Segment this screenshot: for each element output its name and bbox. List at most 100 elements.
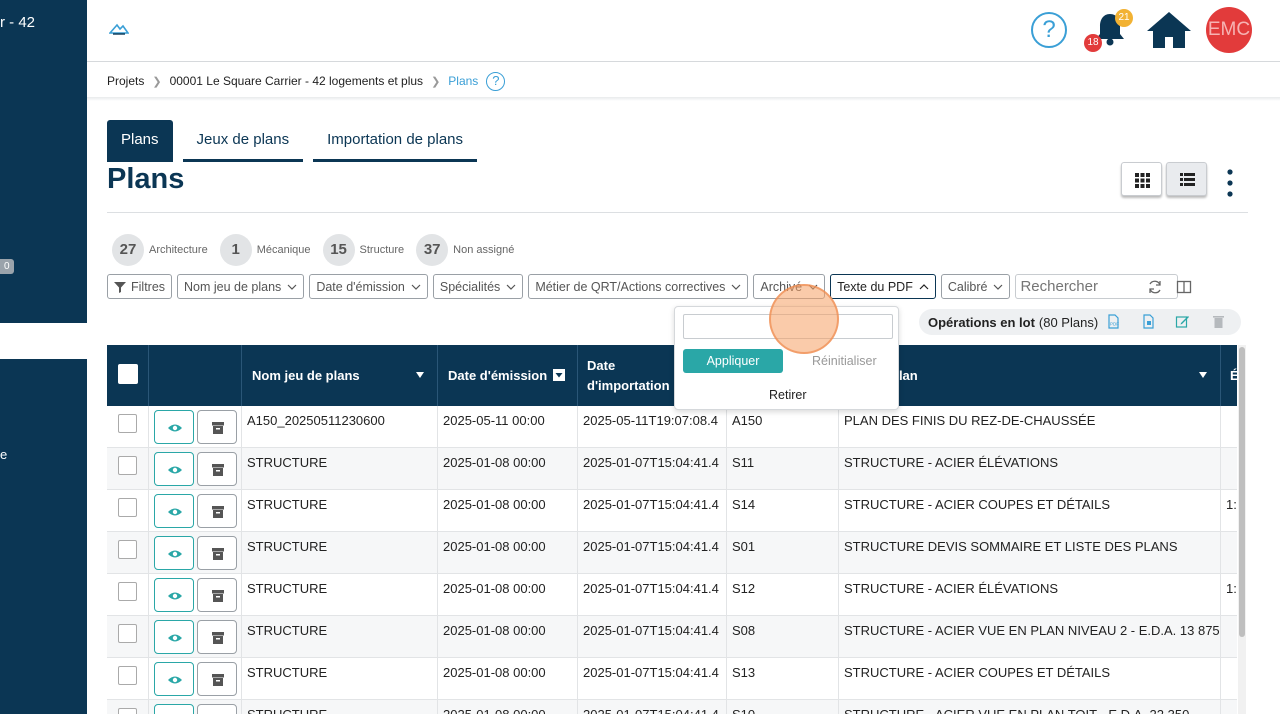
header-extra[interactable]: É (1221, 345, 1239, 406)
table-row[interactable]: STRUCTURE 2025-01-08 00:00 2025-01-07T15… (107, 658, 1237, 700)
reset-button[interactable]: Réinitialiser (812, 354, 877, 368)
select-cell (107, 616, 149, 658)
view-button[interactable] (154, 536, 194, 570)
table-scrollbar[interactable] (1238, 345, 1246, 714)
row-checkbox[interactable] (118, 540, 137, 559)
archive-button[interactable] (197, 620, 237, 654)
row-checkbox[interactable] (118, 456, 137, 475)
count-mecanique[interactable]: 1 Mécanique (219, 234, 311, 266)
archive-button[interactable] (197, 536, 237, 570)
logo-icon[interactable] (109, 22, 129, 36)
home-icon[interactable] (1145, 10, 1193, 50)
cell-nom: STRUCTURE (242, 700, 438, 714)
sidebar-project-title[interactable]: r - 42 (0, 14, 35, 31)
row-checkbox[interactable] (118, 582, 137, 601)
view-button[interactable] (154, 662, 194, 696)
archive-button[interactable] (197, 578, 237, 612)
remove-button[interactable]: Retirer (769, 388, 807, 402)
filter-specialites[interactable]: Spécialités (432, 274, 524, 299)
tab-importation[interactable]: Importation de plans (313, 120, 478, 162)
table-row[interactable]: STRUCTURE 2025-01-08 00:00 2025-01-07T15… (107, 532, 1237, 574)
table-row[interactable]: STRUCTURE 2025-01-08 00:00 2025-01-07T15… (107, 700, 1237, 714)
help-icon[interactable]: ? (486, 71, 506, 91)
more-vertical-icon[interactable] (1223, 168, 1237, 198)
chevron-down-icon (994, 284, 1003, 290)
count-architecture[interactable]: 27 Architecture (112, 234, 208, 266)
header-date-emission[interactable]: Date d'émission (438, 345, 578, 406)
help-icon[interactable]: ? (1031, 12, 1067, 48)
category-counts: 27 Architecture 1 Mécanique 15 Structure… (112, 234, 526, 266)
breadcrumb-projets[interactable]: Projets (107, 74, 144, 88)
tab-jeux-de-plans[interactable]: Jeux de plans (182, 120, 304, 162)
sort-down-icon[interactable] (1198, 371, 1208, 379)
cell-import: 2025-01-07T15:04:41.4 (578, 574, 727, 616)
table-row[interactable]: STRUCTURE 2025-01-08 00:00 2025-01-07T15… (107, 574, 1237, 616)
cell-import: 2025-05-11T19:07:08.4 (578, 406, 727, 448)
filters-label: Filtres (131, 279, 166, 294)
table-row[interactable]: STRUCTURE 2025-01-08 00:00 2025-01-07T15… (107, 448, 1237, 490)
archive-button[interactable] (197, 410, 237, 444)
row-checkbox[interactable] (118, 666, 137, 685)
batch-operations: Opérations en lot (80 Plans) PDF (919, 309, 1241, 335)
select-all-checkbox[interactable] (118, 364, 138, 384)
cell-extra (1221, 658, 1237, 700)
cell-nom: STRUCTURE (242, 532, 438, 574)
refresh-icon[interactable] (1147, 279, 1163, 295)
trash-icon[interactable] (1211, 314, 1226, 329)
count-structure[interactable]: 15 Structure (322, 234, 404, 266)
cell-titre: STRUCTURE - ACIER COUPES ET DÉTAILS (839, 490, 1221, 532)
apply-button[interactable]: Appliquer (683, 349, 783, 373)
app-root: r - 42 0 e ? 21 18 EMC Projets ❯ 00001 L… (0, 0, 1280, 714)
table-row[interactable]: STRUCTURE 2025-01-08 00:00 2025-01-07T15… (107, 616, 1237, 658)
table-row[interactable]: STRUCTURE 2025-01-08 00:00 2025-01-07T15… (107, 490, 1237, 532)
header-nom-jeu[interactable]: Nom jeu de plans (242, 345, 438, 406)
download-file-icon[interactable] (1141, 314, 1156, 329)
svg-text:PDF: PDF (1110, 322, 1119, 327)
archive-button[interactable] (197, 452, 237, 486)
archive-button[interactable] (197, 704, 237, 714)
breadcrumb-project[interactable]: 00001 Le Square Carrier - 42 logements e… (170, 74, 423, 88)
cell-titre: PLAN DES FINIS DU REZ-DE-CHAUSSÉE (839, 406, 1221, 448)
cell-titre: STRUCTURE DEVIS SOMMAIRE ET LISTE DES PL… (839, 532, 1221, 574)
scrollbar-thumb[interactable] (1239, 347, 1245, 637)
filters-button[interactable]: Filtres (107, 274, 173, 299)
count-value: 27 (112, 234, 144, 266)
avatar[interactable]: EMC (1206, 7, 1252, 53)
cell-import: 2025-01-07T15:04:41.4 (578, 658, 727, 700)
row-checkbox[interactable] (118, 624, 137, 643)
filter-nom-jeu[interactable]: Nom jeu de plans (177, 274, 305, 299)
pdf-icon[interactable]: PDF (1106, 314, 1121, 329)
count-non-assigne[interactable]: 37 Non assigné (416, 234, 514, 266)
view-button[interactable] (154, 494, 194, 528)
edit-icon[interactable] (1175, 314, 1190, 329)
view-button[interactable] (154, 578, 194, 612)
eye-icon (155, 705, 195, 714)
view-button[interactable] (154, 452, 194, 486)
columns-icon[interactable] (1176, 279, 1192, 295)
sidebar-item-label[interactable]: e (0, 447, 7, 462)
filter-metier[interactable]: Métier de QRT/Actions correctives (528, 274, 749, 299)
table-row[interactable]: A150_20250511230600 2025-05-11 00:00 202… (107, 406, 1237, 448)
notification-badge-red: 18 (1084, 34, 1102, 52)
list-view-button[interactable] (1166, 162, 1207, 196)
row-checkbox[interactable] (118, 414, 137, 433)
select-cell (107, 490, 149, 532)
grid-view-button[interactable] (1121, 162, 1162, 196)
view-button[interactable] (154, 704, 194, 714)
archive-button[interactable] (197, 494, 237, 528)
tab-plans[interactable]: Plans (107, 120, 173, 162)
row-checkbox[interactable] (118, 498, 137, 517)
view-button[interactable] (154, 620, 194, 654)
view-button[interactable] (154, 410, 194, 444)
chevron-down-icon (411, 284, 421, 290)
archive-button[interactable] (197, 662, 237, 696)
row-checkbox[interactable] (118, 708, 137, 714)
filter-date-emission[interactable]: Date d'émission (309, 274, 428, 299)
filter-calibre[interactable]: Calibré (940, 274, 1011, 299)
batch-label: Opérations en lot (928, 314, 1035, 330)
filter-texte-pdf[interactable]: Texte du PDF (830, 274, 936, 299)
sidebar-item-active[interactable] (0, 323, 87, 359)
sort-down-icon[interactable] (415, 371, 425, 379)
sort-box-icon[interactable] (553, 369, 565, 381)
cell-emission: 2025-01-08 00:00 (438, 574, 578, 616)
